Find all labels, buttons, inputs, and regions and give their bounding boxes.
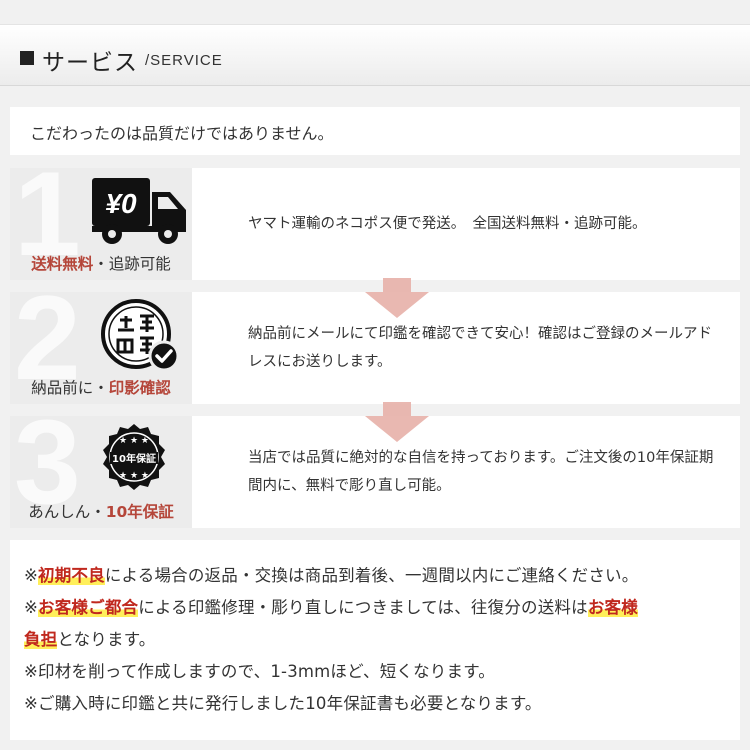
section-header: サービス /SERVICE — [0, 24, 750, 86]
square-bullet-icon — [20, 51, 34, 65]
warranty-badge-icon: ★ ★ ★ 10年保証 ★ ★ ★ — [98, 422, 170, 498]
section-subtitle: /SERVICE — [145, 52, 223, 69]
truck-yen-icon: ¥0 — [92, 176, 188, 250]
service-step-1: 1 ¥0 送料無料・追跡可能 ヤマト運輸のネコポス便で発送。 全国送料無料・追跡… — [10, 168, 740, 280]
seal-check-icon — [98, 298, 182, 378]
step-1-description: ヤマト運輸のネコポス便で発送。 全国送料無料・追跡可能。 — [192, 168, 740, 280]
svg-text:★ ★ ★: ★ ★ ★ — [119, 436, 149, 446]
note-line: 負担となります。 — [24, 630, 156, 649]
step-3-caption: あんしん・10年保証 — [28, 503, 174, 521]
note-line: ※印材を削って作成しますので、1-3mmほど、短くなります。 — [24, 662, 495, 681]
step-2-description: 納品前にメールにて印鑑を確認できて安心！確認はご登録のメールアドレスにお送りしま… — [192, 292, 740, 404]
step-3-visual: 3 ★ ★ ★ 10年保証 ★ ★ ★ あんしん・10年保証 — [10, 416, 192, 528]
note-line: ※ご購入時に印鑑と共に発行しました10年保証書も必要となります。 — [24, 694, 542, 713]
warranty-badge-label: 10年保証 — [112, 452, 156, 465]
svg-text:★ ★ ★: ★ ★ ★ — [119, 471, 149, 481]
down-arrow-icon — [365, 402, 429, 442]
step-1-caption: 送料無料・追跡可能 — [31, 255, 171, 273]
step-3-description: 当店では品質に絶対的な自信を持っております。ご注文後の10年保証期間内に、無料で… — [192, 416, 740, 528]
truck-price-label: ¥0 — [105, 188, 137, 219]
down-arrow-icon — [365, 278, 429, 318]
step-2-caption: 納品前に・印影確認 — [31, 379, 171, 397]
notes-box: ※初期不良による場合の返品・交換は商品到着後、一週間以内にご連絡ください。 ※お… — [10, 540, 740, 740]
note-line: ※お客様ご都合による印鑑修理・彫り直しにつきましては、往復分の送料はお客様 — [24, 598, 638, 617]
step-1-visual: 1 ¥0 送料無料・追跡可能 — [10, 168, 192, 280]
step-2-visual: 2 納品前に・印影確認 — [10, 292, 192, 404]
section-title: サービス — [42, 50, 138, 76]
intro-text: こだわったのは品質だけではありません。 — [10, 107, 740, 155]
note-line: ※初期不良による場合の返品・交換は商品到着後、一週間以内にご連絡ください。 — [24, 566, 639, 585]
